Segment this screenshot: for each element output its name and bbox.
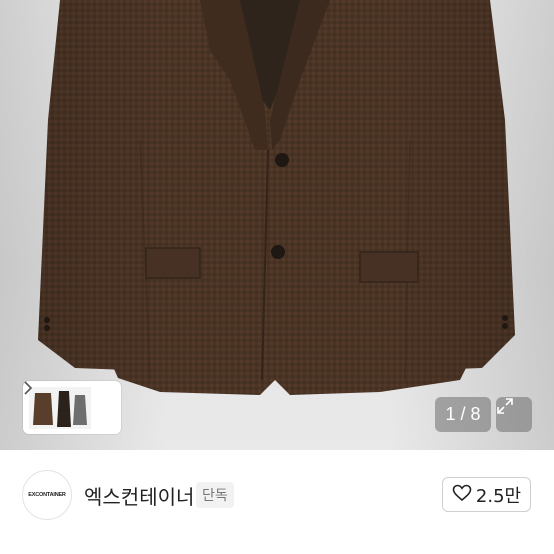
- heart-outline-icon: [452, 484, 472, 506]
- like-button[interactable]: 2.5만: [442, 477, 531, 512]
- image-counter: 1 / 8: [435, 397, 491, 432]
- thumbnail-strip[interactable]: [23, 381, 121, 434]
- expand-button[interactable]: [496, 397, 532, 432]
- product-thumbnail[interactable]: [29, 386, 91, 429]
- avatar-logo: EXCONTAINER: [28, 492, 66, 498]
- exclusive-badge: 단독: [196, 482, 234, 508]
- chevron-right-icon[interactable]: [24, 381, 115, 415]
- seller-name[interactable]: 엑스컨테이너: [84, 481, 194, 510]
- like-count: 2.5만: [475, 485, 522, 507]
- seller-bar: EXCONTAINER 엑스컨테이너 단독 2.5만: [0, 450, 554, 554]
- seller-avatar[interactable]: EXCONTAINER: [22, 470, 72, 520]
- product-image-gallery[interactable]: 1 / 8: [0, 0, 554, 450]
- thumbnail-image: [29, 386, 91, 429]
